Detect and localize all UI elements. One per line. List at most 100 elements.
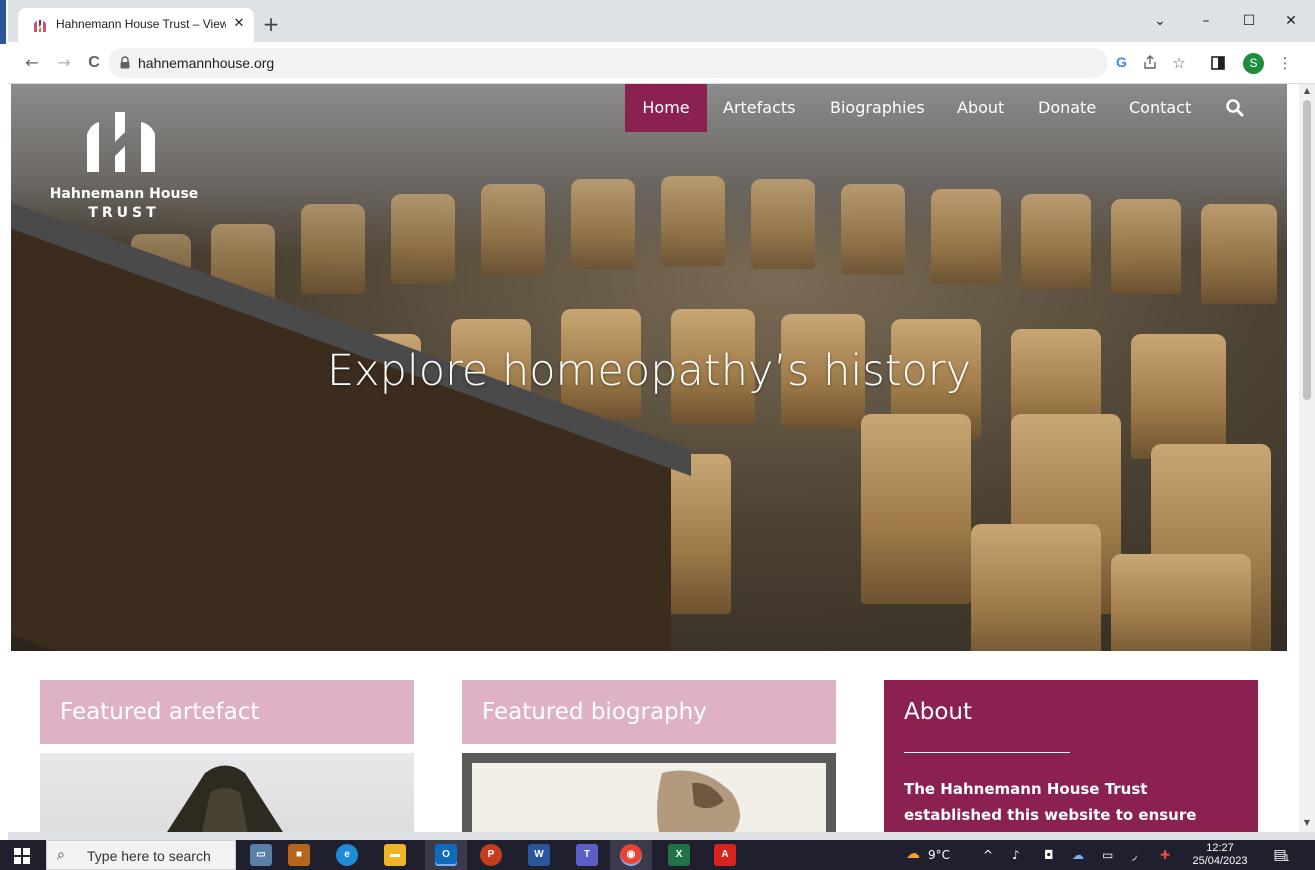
featured-artefact-heading[interactable]: Featured artefact — [40, 680, 414, 744]
security-alert-icon[interactable]: ✚ — [1160, 848, 1170, 862]
about-heading: About — [884, 680, 1258, 744]
site-logo[interactable]: Hahnemann House TRUST — [39, 112, 209, 232]
logo-name: Hahnemann House — [49, 186, 199, 202]
tray-chevron-icon[interactable]: ^ — [983, 848, 993, 862]
hero-cork — [481, 184, 545, 274]
clock-time: 12:27 — [1206, 842, 1234, 854]
windows-taskbar: ⌕ Type here to search ▭ ■ e ▬ O P W T ◉ … — [0, 840, 1315, 870]
hero-cork — [1021, 194, 1091, 289]
lock-icon — [120, 56, 130, 69]
portrait-photo-icon — [472, 763, 826, 832]
featured-biography-heading[interactable]: Featured biography — [462, 680, 836, 744]
wifi-icon[interactable]: ◞ — [1132, 848, 1137, 862]
featured-artefact-image[interactable] — [40, 753, 414, 832]
about-text: The Hahnemann House Trust established th… — [904, 780, 1197, 824]
hero-cork — [571, 179, 635, 269]
address-bar[interactable]: hahnemannhouse.org — [108, 48, 1108, 78]
edge-browser-icon[interactable]: e — [336, 844, 358, 866]
featured-artefact-card[interactable]: Featured artefact — [40, 680, 414, 832]
scroll-down-icon[interactable]: ▼ — [1302, 818, 1312, 828]
nav-item-biographies[interactable]: Biographies — [830, 84, 925, 132]
scroll-up-icon[interactable]: ▲ — [1302, 86, 1312, 96]
site-favicon-icon — [34, 20, 46, 32]
hero-cork — [661, 176, 725, 266]
hero-cork — [1201, 204, 1277, 304]
hero-cork — [971, 524, 1101, 651]
google-icon[interactable]: G — [1114, 54, 1130, 70]
file-explorer-icon[interactable]: ▬ — [384, 844, 406, 866]
about-card: About The Hahnemann House Trust establis… — [884, 680, 1258, 832]
briefcase-app-icon[interactable]: ■ — [288, 844, 310, 866]
search-icon: ⌕ — [57, 847, 65, 863]
maximize-button[interactable]: ☐ — [1234, 8, 1264, 34]
browser-tab[interactable]: Hahnemann House Trust – View / ✕ — [18, 8, 254, 42]
nav-item-artefacts[interactable]: Artefacts — [723, 84, 795, 132]
powerpoint-icon[interactable]: P — [480, 844, 502, 866]
taskbar-search-placeholder: Type here to search — [87, 848, 211, 864]
excel-icon[interactable]: X — [668, 844, 690, 866]
featured-biography-card[interactable]: Featured biography — [462, 680, 836, 832]
hero-cork — [1111, 554, 1251, 651]
nav-item-home[interactable]: Home — [625, 84, 707, 132]
about-divider — [904, 752, 1070, 753]
forward-button[interactable]: → — [52, 51, 76, 75]
weather-temp[interactable]: 9°C — [928, 848, 950, 862]
new-tab-button[interactable]: + — [260, 14, 282, 36]
hero-cork — [391, 194, 455, 284]
taskbar-clock[interactable]: 12:27 25/04/2023 — [1192, 842, 1248, 868]
scroll-thumb[interactable] — [1303, 100, 1311, 400]
teams-icon[interactable]: T — [576, 844, 598, 866]
profile-avatar[interactable]: S — [1243, 53, 1264, 74]
bookmark-star-icon[interactable]: ☆ — [1168, 52, 1190, 74]
close-window-button[interactable]: ✕ — [1276, 8, 1306, 34]
page-scrollbar[interactable]: ▲ ▼ — [1299, 84, 1315, 832]
browser-toolbar: ← → C hahnemannhouse.org G ☆ S ⋮ — [8, 42, 1315, 84]
hero-cork — [1111, 199, 1181, 294]
hero-cork — [301, 204, 365, 294]
logo-subtitle: TRUST — [88, 205, 160, 221]
hahnemann-logo-icon — [87, 112, 155, 172]
hero-cork — [861, 414, 971, 604]
page-viewport: Explore homeopathy’s history Hahnemann H… — [8, 84, 1299, 832]
volume-icon[interactable]: ♪ — [1012, 848, 1020, 862]
url-text: hahnemannhouse.org — [138, 55, 275, 71]
search-icon[interactable] — [1225, 98, 1245, 118]
desktop-edge — [0, 0, 8, 840]
taskbar-search-input[interactable]: ⌕ Type here to search — [46, 840, 236, 870]
tab-title: Hahnemann House Trust – View / — [56, 17, 226, 31]
hero-cork — [931, 189, 1001, 284]
svg-text:G: G — [1116, 54, 1127, 70]
tab-bar: Hahnemann House Trust – View / ✕ + ⌄ – ☐… — [8, 0, 1315, 42]
share-icon[interactable] — [1142, 54, 1158, 70]
hero-headline: Explore homeopathy’s history — [326, 346, 972, 396]
hero-banner: Explore homeopathy’s history Hahnemann H… — [11, 84, 1287, 651]
nav-item-contact[interactable]: Contact — [1129, 84, 1191, 132]
minimize-button[interactable]: – — [1191, 8, 1221, 34]
meet-now-icon[interactable]: ◘ — [1044, 848, 1054, 862]
acrobat-icon[interactable]: A — [714, 844, 736, 866]
nav-item-about[interactable]: About — [957, 84, 1004, 132]
battery-icon[interactable]: ▭ — [1102, 848, 1113, 862]
notification-count: 1 — [1284, 854, 1290, 864]
reload-button[interactable]: C — [82, 51, 106, 75]
featured-biography-image[interactable] — [462, 753, 836, 832]
word-icon[interactable]: W — [528, 844, 550, 866]
menu-kebab-icon[interactable]: ⋮ — [1274, 52, 1296, 74]
desktop-window-edge — [0, 0, 6, 44]
outlook-icon[interactable]: O — [435, 844, 457, 866]
windows-start-icon[interactable] — [14, 848, 30, 864]
hero-cork — [751, 179, 815, 269]
tab-search-chevron-icon[interactable]: ⌄ — [1145, 8, 1175, 34]
clock-date: 25/04/2023 — [1192, 855, 1248, 867]
hero-cork — [841, 184, 905, 274]
tab-close-icon[interactable]: ✕ — [230, 15, 248, 33]
browser-window: Hahnemann House Trust – View / ✕ + ⌄ – ☐… — [8, 0, 1315, 840]
side-panel-icon[interactable] — [1211, 56, 1225, 70]
chrome-icon[interactable]: ◉ — [620, 844, 642, 866]
nav-item-donate[interactable]: Donate — [1038, 84, 1096, 132]
task-view-icon[interactable]: ▭ — [250, 844, 272, 866]
artefact-photo-icon — [167, 765, 283, 832]
weather-icon[interactable]: ☁ — [906, 846, 920, 862]
onedrive-icon[interactable]: ☁ — [1072, 848, 1084, 862]
back-button[interactable]: ← — [20, 51, 44, 75]
